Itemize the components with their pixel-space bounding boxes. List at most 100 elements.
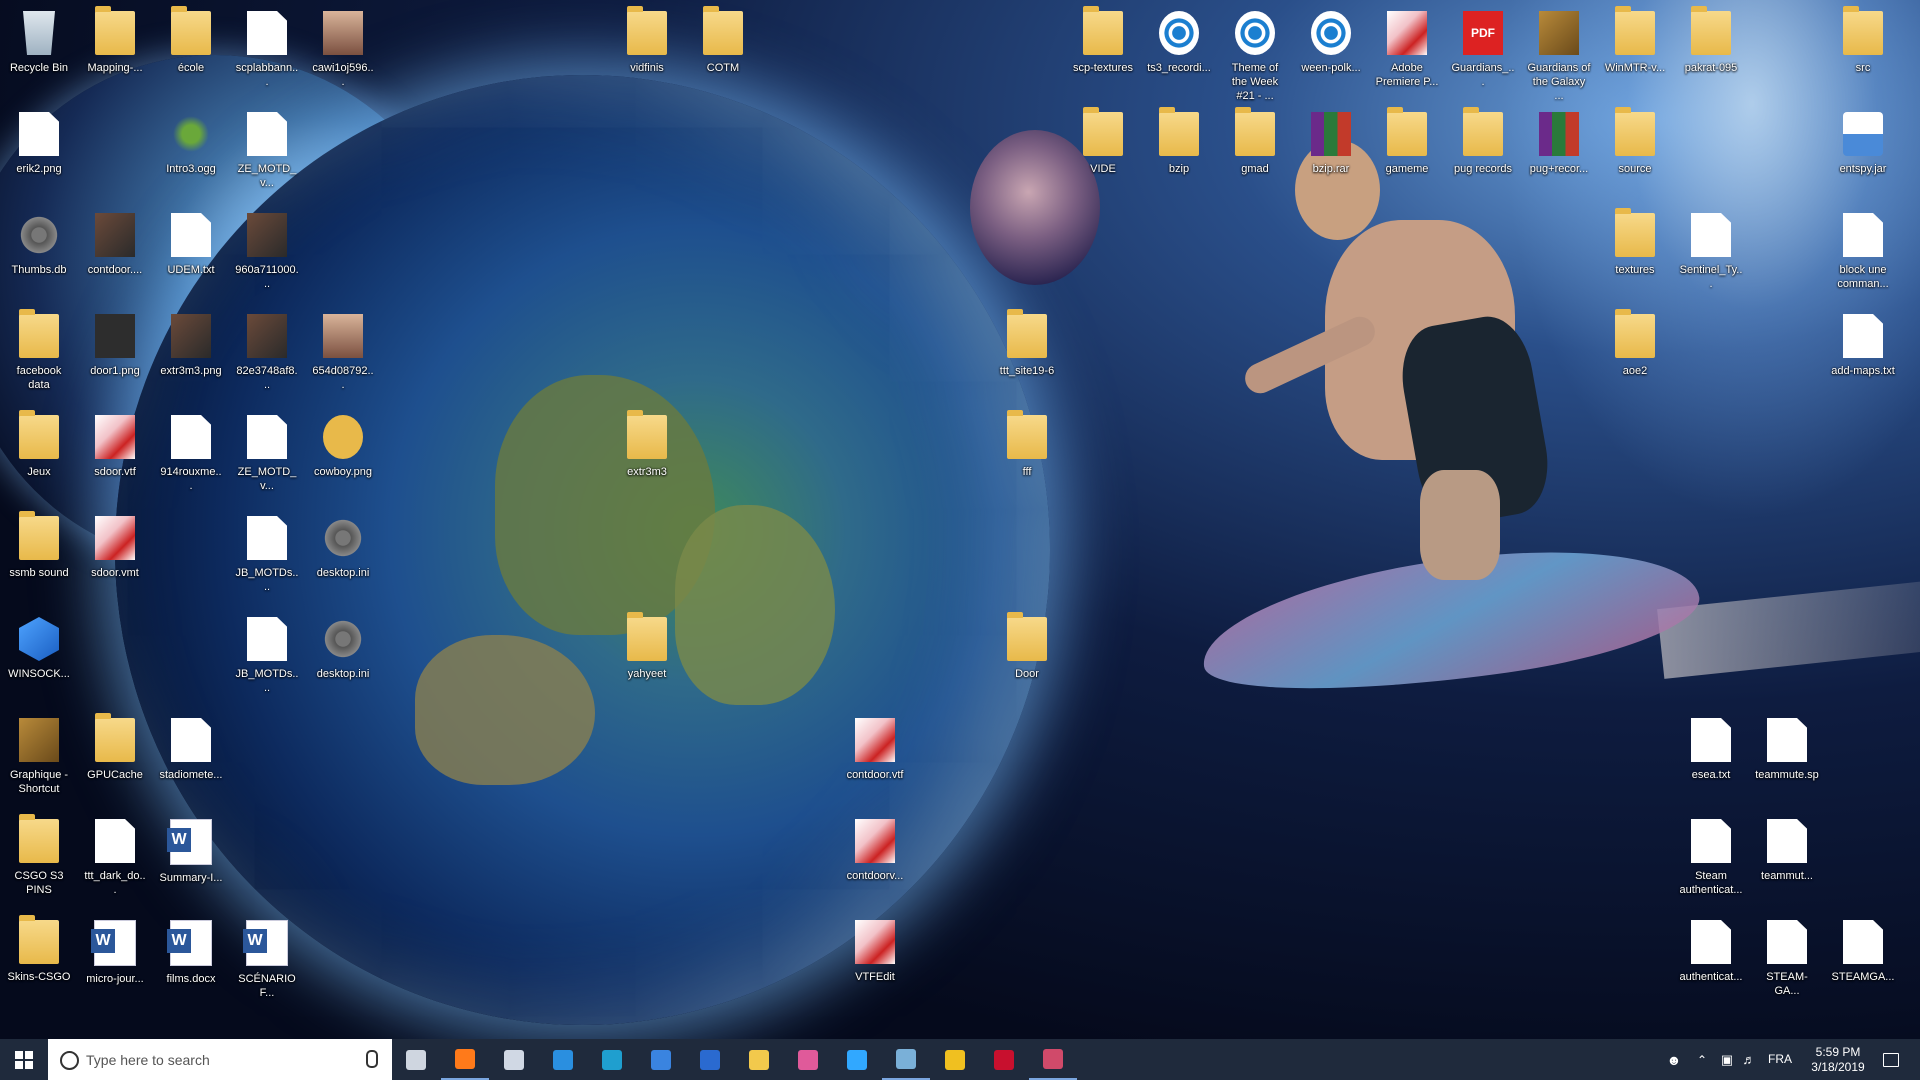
- desktop-icon[interactable]: extr3m3.png: [159, 308, 223, 408]
- network-icon[interactable]: ▣: [1716, 1052, 1738, 1068]
- desktop-icon[interactable]: aoe2: [1603, 308, 1667, 408]
- desktop-icon[interactable]: VIDE: [1071, 106, 1135, 206]
- desktop-icon[interactable]: films.docx: [159, 914, 223, 1014]
- desktop-icon[interactable]: vidfinis: [615, 5, 679, 105]
- taskbar-app-firefox[interactable]: [441, 1039, 489, 1080]
- language-indicator[interactable]: FRA: [1760, 1052, 1800, 1067]
- desktop-icon[interactable]: Guardians_...: [1451, 5, 1515, 105]
- desktop-icon[interactable]: micro-jour...: [83, 914, 147, 1014]
- desktop-icon[interactable]: VTFEdit: [843, 914, 907, 1014]
- taskbar-app-paint[interactable]: [784, 1039, 832, 1080]
- taskbar-app-app-red-window[interactable]: [1029, 1039, 1077, 1080]
- desktop-icon[interactable]: pug+recor...: [1527, 106, 1591, 206]
- desktop-icon[interactable]: SCÉNARIOF...: [235, 914, 299, 1014]
- microphone-icon[interactable]: [366, 1050, 378, 1068]
- clock[interactable]: 5:59 PM 3/18/2019: [1800, 1045, 1876, 1075]
- desktop-icon[interactable]: fff: [995, 409, 1059, 509]
- desktop-icon[interactable]: textures: [1603, 207, 1667, 307]
- desktop-icon[interactable]: cawi1oj596...: [311, 5, 375, 105]
- desktop-icon[interactable]: bzip: [1147, 106, 1211, 206]
- desktop-icon[interactable]: block une comman...: [1831, 207, 1895, 307]
- desktop-icon[interactable]: Door: [995, 611, 1059, 711]
- desktop-icon[interactable]: gmad: [1223, 106, 1287, 206]
- desktop-icon[interactable]: esea.txt: [1679, 712, 1743, 812]
- desktop-icon[interactable]: UDEM.txt: [159, 207, 223, 307]
- desktop-icon[interactable]: COTM: [691, 5, 755, 105]
- desktop-icon[interactable]: Theme of the Week #21 - ...: [1223, 5, 1287, 105]
- desktop-icon[interactable]: teammut...: [1755, 813, 1819, 913]
- desktop-icon[interactable]: source: [1603, 106, 1667, 206]
- desktop-icon[interactable]: extr3m3: [615, 409, 679, 509]
- desktop-icon[interactable]: pug records: [1451, 106, 1515, 206]
- search-box[interactable]: Type here to search: [48, 1039, 392, 1080]
- desktop-icon[interactable]: ttt_dark_do...: [83, 813, 147, 913]
- desktop-icon[interactable]: authenticat...: [1679, 914, 1743, 1014]
- desktop-icon[interactable]: stadiomete...: [159, 712, 223, 812]
- desktop-icon[interactable]: src: [1831, 5, 1895, 105]
- desktop-icon[interactable]: Skins-CSGO: [7, 914, 71, 1014]
- start-button[interactable]: [0, 1039, 48, 1080]
- desktop-icon[interactable]: sdoor.vtf: [83, 409, 147, 509]
- desktop-icon[interactable]: facebook data: [7, 308, 71, 408]
- desktop-icon[interactable]: ZE_MOTD_v...: [235, 409, 299, 509]
- desktop-icon[interactable]: yahyeet: [615, 611, 679, 711]
- desktop-icon[interactable]: contdoorv...: [843, 813, 907, 913]
- desktop-icon[interactable]: 960a711000...: [235, 207, 299, 307]
- desktop-icon[interactable]: JB_MOTDs....: [235, 510, 299, 610]
- desktop-icon[interactable]: ttt_site19-6: [995, 308, 1059, 408]
- taskbar-app-app-rl[interactable]: [931, 1039, 979, 1080]
- desktop-icon[interactable]: door1.png: [83, 308, 147, 408]
- desktop-icon[interactable]: Jeux: [7, 409, 71, 509]
- notification-icon[interactable]: [1876, 1052, 1906, 1067]
- desktop-icon[interactable]: Recycle Bin: [7, 5, 71, 105]
- taskbar-app-task-view[interactable]: [392, 1039, 440, 1080]
- desktop-icon[interactable]: erik2.png: [7, 106, 71, 206]
- desktop-icon[interactable]: gameme: [1375, 106, 1439, 206]
- desktop-icon[interactable]: CSGO S3 PINS: [7, 813, 71, 913]
- desktop-icon[interactable]: STEAMGA...: [1831, 914, 1895, 1014]
- desktop-icon[interactable]: GPUCache: [83, 712, 147, 812]
- taskbar-app-filezilla[interactable]: [980, 1039, 1028, 1080]
- desktop-icon[interactable]: ts3_recordi...: [1147, 5, 1211, 105]
- taskbar-app-file-explorer[interactable]: [735, 1039, 783, 1080]
- desktop-icon[interactable]: Steam authenticat...: [1679, 813, 1743, 913]
- desktop-icon[interactable]: Guardians of the Galaxy ...: [1527, 5, 1591, 105]
- desktop-icon[interactable]: entspy.jar: [1831, 106, 1895, 206]
- chevron-up-icon[interactable]: ⌃: [1688, 1053, 1716, 1067]
- desktop-icon[interactable]: Thumbs.db: [7, 207, 71, 307]
- desktop-icon[interactable]: 654d08792...: [311, 308, 375, 408]
- desktop-icon[interactable]: Sentinel_Ty...: [1679, 207, 1743, 307]
- desktop-icon[interactable]: desktop.ini: [311, 510, 375, 610]
- desktop-icon[interactable]: WinMTR-v...: [1603, 5, 1667, 105]
- desktop-icon[interactable]: teammute.sp: [1755, 712, 1819, 812]
- desktop-icon[interactable]: contdoor....: [83, 207, 147, 307]
- desktop-icon[interactable]: sdoor.vmt: [83, 510, 147, 610]
- desktop-icon[interactable]: desktop.ini: [311, 611, 375, 711]
- desktop-icon[interactable]: Intro3.ogg: [159, 106, 223, 206]
- desktop-icon[interactable]: bzip.rar: [1299, 106, 1363, 206]
- desktop-icon[interactable]: 82e3748af8...: [235, 308, 299, 408]
- taskbar-app-app-circle[interactable]: [637, 1039, 685, 1080]
- desktop-icon[interactable]: Graphique - Shortcut: [7, 712, 71, 812]
- desktop-icon[interactable]: ween-polk...: [1299, 5, 1363, 105]
- desktop-icon[interactable]: JB_MOTDs....: [235, 611, 299, 711]
- desktop-icon[interactable]: ZE_MOTD_v...: [235, 106, 299, 206]
- taskbar-app-steam[interactable]: [490, 1039, 538, 1080]
- desktop-icon[interactable]: add-maps.txt: [1831, 308, 1895, 408]
- taskbar-app-app-headset[interactable]: [882, 1039, 930, 1080]
- desktop-icon[interactable]: STEAM-GA...: [1755, 914, 1819, 1014]
- desktop-icon[interactable]: pakrat-095: [1679, 5, 1743, 105]
- desktop-icon[interactable]: WINSOCK...: [7, 611, 71, 711]
- desktop-icon[interactable]: 914rouxme...: [159, 409, 223, 509]
- people-icon[interactable]: ☻: [1660, 1052, 1688, 1068]
- desktop-icon[interactable]: ssmb sound: [7, 510, 71, 610]
- desktop-icon[interactable]: contdoor.vtf: [843, 712, 907, 812]
- desktop-icon[interactable]: Mapping-...: [83, 5, 147, 105]
- taskbar-app-app-circle-2[interactable]: [686, 1039, 734, 1080]
- volume-icon[interactable]: ♬: [1738, 1052, 1760, 1067]
- desktop-icon[interactable]: Adobe Premiere P...: [1375, 5, 1439, 105]
- taskbar-app-teamspeak[interactable]: [539, 1039, 587, 1080]
- desktop-icon[interactable]: cowboy.png: [311, 409, 375, 509]
- taskbar-app-photoshop[interactable]: [833, 1039, 881, 1080]
- taskbar-app-vegas[interactable]: [588, 1039, 636, 1080]
